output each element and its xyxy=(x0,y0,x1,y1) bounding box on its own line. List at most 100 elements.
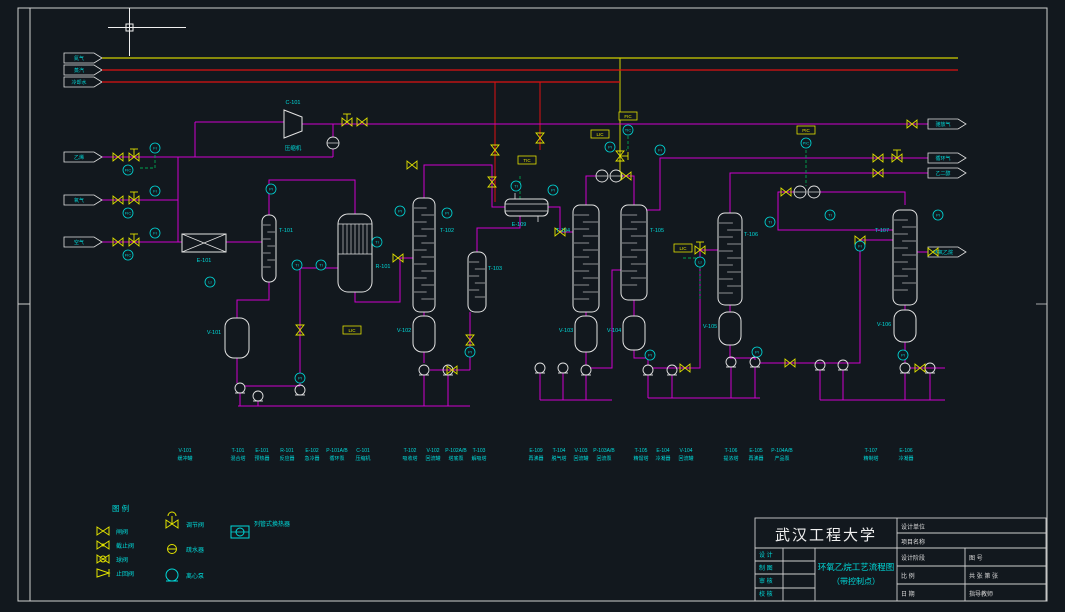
equipment-label: T-106提浓塔 xyxy=(723,448,738,462)
equipment-label-name: 冷凝器 xyxy=(655,455,670,462)
instrument-tag: PI xyxy=(269,187,273,192)
legend-label: 球阀 xyxy=(116,556,128,564)
equipment-label-name: 吸收塔 xyxy=(402,455,417,462)
legend-symbol-check xyxy=(96,568,111,578)
instruments: FI FI FI FIC FIC FIC LI PI TI TI TI PI PI TI PI PI FI LI T… xyxy=(122,111,944,384)
equipment-label-name: 压缩机 xyxy=(355,455,370,462)
equipment-label: E-105再沸器 xyxy=(748,448,763,462)
pump-symbol xyxy=(899,362,911,374)
pump-symbol xyxy=(534,362,546,374)
equipment-label-name: 精制塔 xyxy=(863,455,878,462)
drum-vessel xyxy=(412,315,436,353)
legend-title: 图 例 xyxy=(112,503,129,513)
instrument-bubble: PIC xyxy=(800,137,812,149)
equipment-tag-text: V-101 xyxy=(207,330,221,336)
equipment-label-tag: E-106 xyxy=(899,448,913,454)
instrument-tag: TI xyxy=(319,263,323,268)
instrument-tag: TI xyxy=(828,213,832,218)
design-unit-label: 设计单位 xyxy=(901,523,925,531)
instrument-bubble: TI xyxy=(291,259,303,271)
equipment-label-name: 再沸器 xyxy=(748,455,763,462)
column-vessel xyxy=(620,204,648,301)
equipment-label-tag: T-102 xyxy=(404,448,417,454)
legend-symbol-gate xyxy=(96,526,110,536)
equipment-label-tag: V-101 xyxy=(178,448,191,454)
instrument-bubble: TI xyxy=(510,180,522,192)
legend-symbol-trap xyxy=(167,544,177,554)
svg-text:LIC: LIC xyxy=(679,246,687,251)
equipment-tag-text: V-104 xyxy=(607,328,621,334)
condenser-symbol xyxy=(326,136,340,150)
valve-symbol xyxy=(891,149,903,163)
vessels xyxy=(224,136,936,402)
condenser-symbol xyxy=(807,185,821,199)
pump-symbol xyxy=(642,364,654,376)
pump-symbol xyxy=(418,364,430,376)
valve-symbol xyxy=(356,117,368,127)
equipment-label: V-102回流罐 xyxy=(425,448,440,462)
legend-symbol-control xyxy=(165,511,179,529)
equipment-label-name: 产品泵 xyxy=(774,455,789,462)
instrument-bubble: PI xyxy=(441,207,453,219)
instrument-tag: TI xyxy=(375,240,379,245)
instrument-tag: PI xyxy=(936,213,940,218)
instrument-tag: PI xyxy=(551,188,555,193)
utility-headers: 氮气蒸汽冷却水 xyxy=(63,52,958,88)
instrument-tag-box: FIC xyxy=(618,111,638,121)
pump-symbol xyxy=(837,359,849,371)
equipment-label: E-101预热器 xyxy=(254,448,269,462)
equipment-tag-text: 压缩机 xyxy=(285,144,302,152)
pump-symbol xyxy=(666,364,678,376)
equipment-label-tag: T-107 xyxy=(865,448,878,454)
pfd-drawing[interactable]: 氮气蒸汽冷却水 乙烯氧气空气驰放气循环气乙二醇环氧乙烷 FIFIFIFICFIC… xyxy=(0,0,1065,612)
legend-symbol-pump xyxy=(165,568,179,582)
equipment-label-name: 混合塔 xyxy=(230,455,245,462)
project-name-label: 项目名称 xyxy=(901,538,925,546)
equipment-tag-text: V-106 xyxy=(877,322,891,328)
instrument-bubble: TI xyxy=(764,216,776,228)
equipment-label-name: 反应器 xyxy=(279,455,294,462)
equipment-label-tag: P-102A/B xyxy=(445,448,467,454)
instrument-tag: PI xyxy=(901,353,905,358)
svg-text:TIC: TIC xyxy=(523,158,531,163)
drawing-title-line2: （带控制点） xyxy=(832,576,880,586)
instrument-tag: FI xyxy=(858,244,862,249)
row-draft-label: 制 图 xyxy=(759,564,773,572)
product-stream-arrow-label: 乙二醇 xyxy=(935,170,950,177)
instrument-bubble: FIC xyxy=(122,164,134,176)
instrument-bubble: TI xyxy=(824,209,836,221)
equipment-label: T-105精馏塔 xyxy=(633,448,648,462)
advisor-label: 指导教师 xyxy=(969,590,993,598)
utility-header-flag-label: 蒸汽 xyxy=(74,67,84,74)
instrument-tag-box: LIC xyxy=(673,243,693,253)
instrument-tag-box: LIC xyxy=(590,129,610,139)
equipment-tag-text: R-101 xyxy=(376,264,391,270)
equipment-label-tag: T-101 xyxy=(232,448,245,454)
instrument-bubble: PI xyxy=(751,346,763,358)
column-vessel xyxy=(892,209,918,306)
drum-vessel xyxy=(574,315,598,353)
instrument-tag: TI xyxy=(768,220,772,225)
svg-text:PIC: PIC xyxy=(802,128,810,133)
equipment-label-tag: T-103 xyxy=(473,448,486,454)
equipment-label-tag: E-105 xyxy=(749,448,763,454)
drawing-title-line1: 环氧乙烷工艺流程图 xyxy=(818,562,895,572)
equipment-label: E-102急冷器 xyxy=(304,448,319,462)
instrument-tag: TI xyxy=(514,184,518,189)
equipment-label-tag: P-101A/B xyxy=(326,448,348,454)
instrument-bubble: FIC xyxy=(122,249,134,261)
instrument-tag: FIC xyxy=(125,253,132,258)
drum-vessel xyxy=(718,311,742,346)
equipment-label-tag: V-102 xyxy=(426,448,439,454)
instrument-tag: FIC xyxy=(125,168,132,173)
instrument-tag: PI xyxy=(298,376,302,381)
equipment-label-tag: E-109 xyxy=(529,448,543,454)
instrument-bubble: FI xyxy=(654,144,666,156)
instrument-tag: LI xyxy=(208,280,211,285)
equipment-label: E-104冷凝器 xyxy=(655,448,670,462)
equipment-label-name: 精馏塔 xyxy=(633,455,648,462)
column-vessel xyxy=(572,204,600,313)
cad-model-space[interactable]: 氮气 蒸汽 冷却水 乙烯 氧气 空气 驰放气 循环气 乙二醇 环氧乙烷 FI FI FI FIC FIC… xyxy=(0,0,1065,612)
valve-symbol xyxy=(128,191,140,205)
instrument-bubble: PI xyxy=(932,209,944,221)
